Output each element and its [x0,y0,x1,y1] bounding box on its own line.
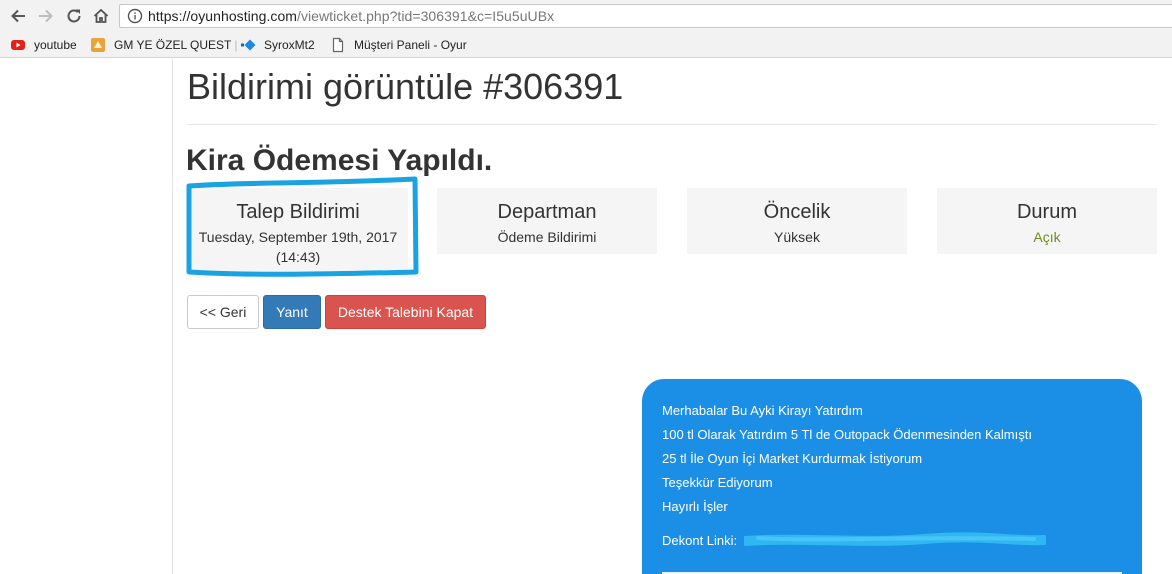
quest-icon [91,38,105,52]
browser-toolbar: https://oyunhosting.com/viewticket.php?t… [0,0,1172,32]
youtube-icon [11,40,25,50]
bookmarks-bar: youtube GM YE ÖZEL QUEST | SyroxMt2 Müşte… [0,32,1172,58]
address-bar[interactable]: https://oyunhosting.com/viewticket.php?t… [119,4,1172,28]
stat-label: Departman [497,201,597,223]
bookmark-label: GM YE ÖZEL QUEST [114,38,232,52]
bookmark-label: youtube [34,38,77,52]
syrox-icon [241,39,256,51]
message-line: Merhabalar Bu Ayki Kirayı Yatırdım [662,403,863,418]
bookmark-quest[interactable]: GM YE ÖZEL QUEST | [90,36,237,54]
bookmark-musteri-paneli[interactable]: Müşteri Paneli - Oyur [330,36,467,54]
message-line: Hayırlı İşler [662,499,728,514]
redacted-link-scribble [744,532,1046,546]
message-line: 25 tl İle Oyun İçi Market Kurdurmak İsti… [662,451,923,466]
stat-box-priority: Öncelik Yüksek [687,188,907,254]
message-line: Teşekkür Ediyorum [662,475,773,490]
forward-arrow-icon[interactable] [34,4,58,28]
highlight-marker [186,176,419,277]
home-icon[interactable] [89,4,113,28]
close-ticket-button[interactable]: Destek Talebini Kapat [325,295,486,329]
stat-box-status: Durum Açık [937,188,1157,254]
page-icon [332,37,344,53]
bookmark-youtube[interactable]: youtube [10,36,77,54]
message-line: 100 tl Olarak Yatırdım 5 Tl de Outopack … [662,427,1032,442]
ticket-subject: Kira Ödemesi Yapıldı. [186,144,493,177]
bookmark-syroxmt2[interactable]: SyroxMt2 [240,36,315,54]
status-badge: Açık [1033,229,1061,245]
receipt-link-label: Dekont Linki: [662,533,738,548]
stat-box-department: Departman Ödeme Bildirimi [437,188,657,254]
title-divider [187,124,1157,125]
bookmark-separator: | [234,38,238,52]
bookmark-label: SyroxMt2 [264,38,315,52]
bookmark-label: Müşteri Paneli - Oyur [354,38,467,52]
reply-button[interactable]: Yanıt [263,295,321,329]
back-arrow-icon[interactable] [6,4,30,28]
site-info-icon[interactable] [127,8,143,24]
url-text: https://oyunhosting.com/viewticket.php?t… [148,8,554,24]
stat-label: Durum [1016,201,1077,223]
url-host: https://oyunhosting.com [148,8,298,24]
reload-icon[interactable] [62,4,86,28]
back-button[interactable]: << Geri [187,295,259,329]
stat-value: Ödeme Bildirimi [497,229,597,245]
page-title: Bildirimi görüntüle #306391 [187,66,624,107]
sidebar-divider [172,59,173,574]
url-path: /viewticket.php?tid=306391&c=I5u5uUBx [297,8,555,24]
stat-label: Öncelik [763,201,831,223]
stat-value: Yüksek [774,229,820,245]
